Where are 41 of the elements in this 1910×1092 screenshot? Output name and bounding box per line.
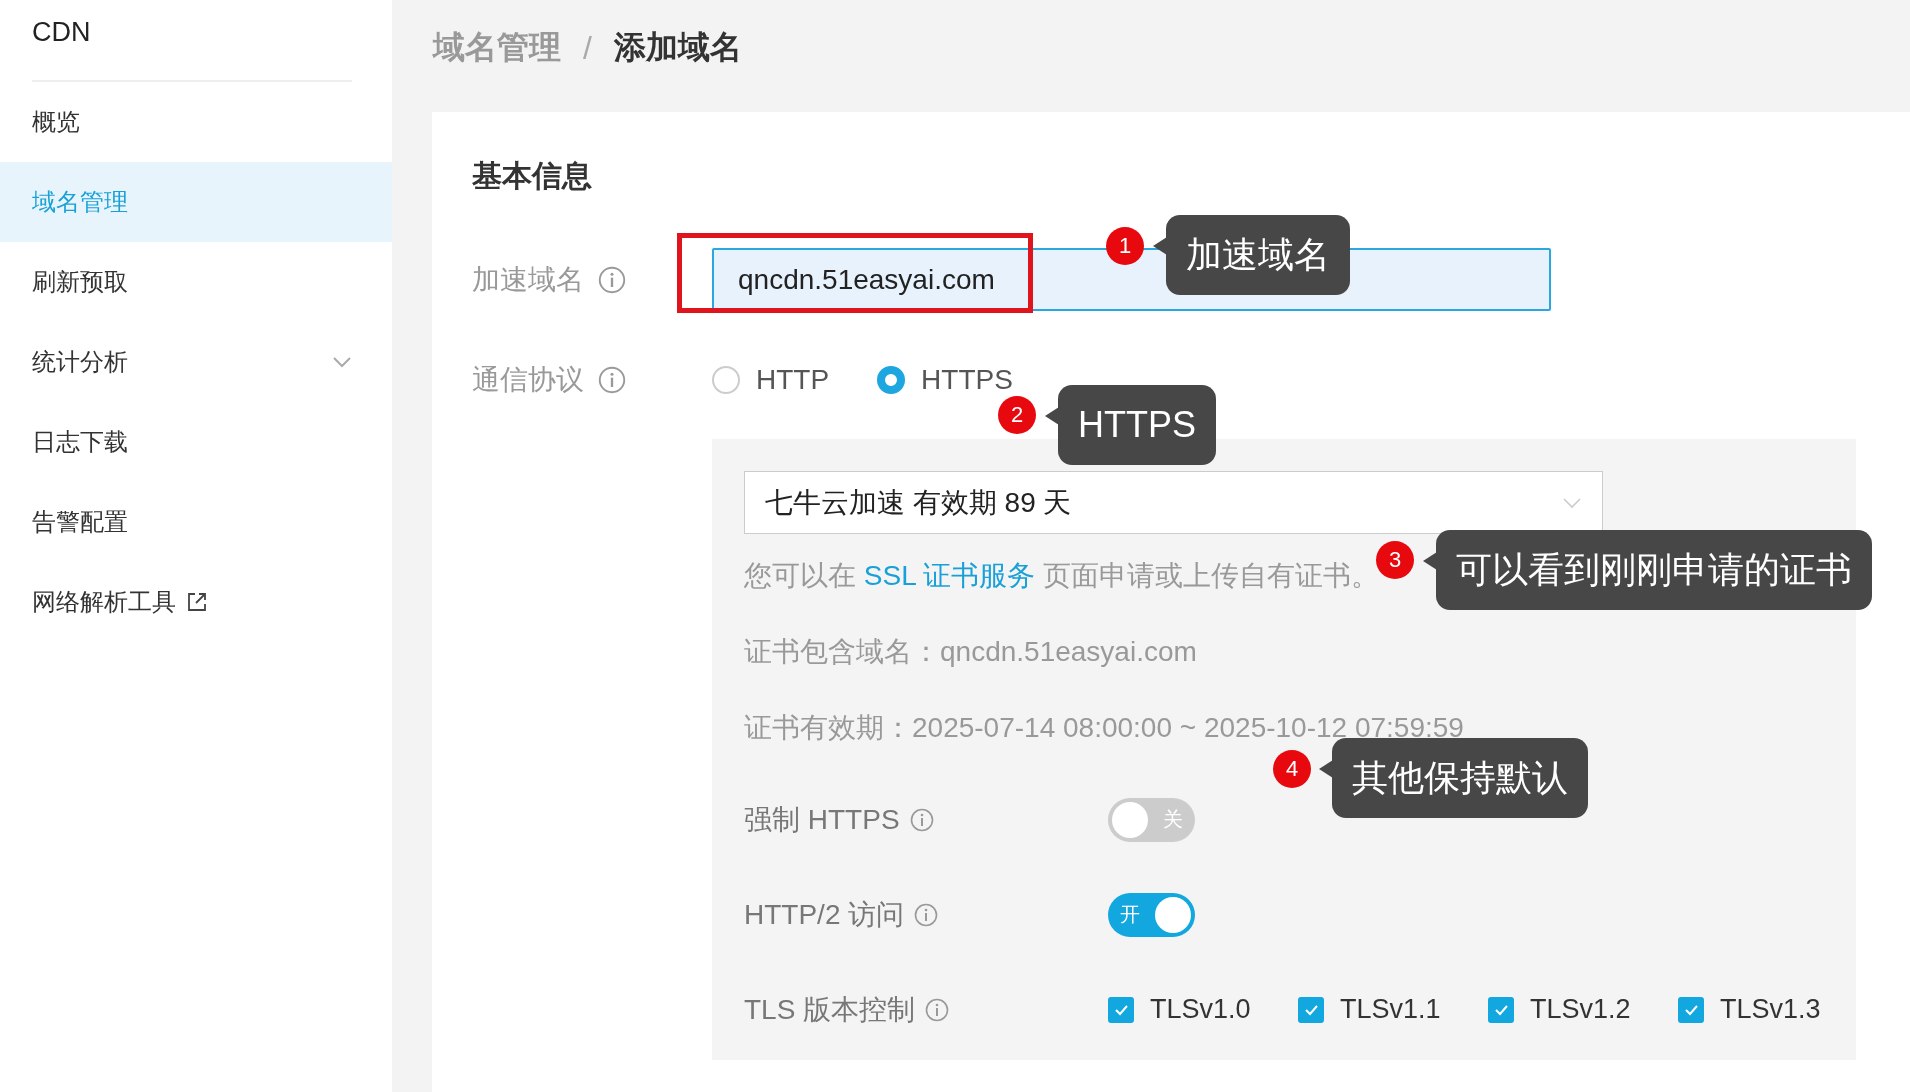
sidebar-item[interactable]: 日志下载 <box>0 402 392 482</box>
sidebar-item[interactable]: 刷新预取 <box>0 242 392 322</box>
external-link-icon <box>186 591 208 613</box>
checkbox-label: TLSv1.0 <box>1150 994 1251 1025</box>
certificate-domains: 证书包含域名：qncdn.51easyai.com <box>744 636 1198 668</box>
callout-tooltip: 加速域名 <box>1166 215 1350 295</box>
field-label: 加速域名 <box>472 262 584 297</box>
checkbox[interactable] <box>1488 996 1514 1023</box>
field-label: 通信协议 <box>472 363 584 397</box>
setting-label: 强制 HTTPS <box>744 802 900 837</box>
app-title: CDN <box>31 16 92 49</box>
setting-label: TLS 版本控制 <box>744 992 916 1027</box>
section-title: 基本信息 <box>472 158 593 194</box>
info-icon[interactable] <box>598 366 626 394</box>
info-icon[interactable] <box>909 807 934 832</box>
info-icon[interactable] <box>925 997 950 1022</box>
checkbox[interactable] <box>1298 996 1324 1023</box>
callout-tooltip: 其他保持默认 <box>1332 738 1588 818</box>
chevron-down-icon <box>1562 496 1582 509</box>
certificate-select[interactable]: 七牛云加速 有效期 89 天 <box>744 471 1603 534</box>
radio-label: HTTP <box>756 364 830 396</box>
breadcrumb-current: 添加域名 <box>613 28 742 67</box>
radio-label: HTTPS <box>921 364 1013 396</box>
checkbox-label: TLSv1.3 <box>1720 994 1821 1025</box>
checkbox[interactable] <box>1108 996 1134 1023</box>
checkbox-label: TLSv1.2 <box>1530 994 1631 1025</box>
callout-tooltip: 可以看到刚刚申请的证书 <box>1436 530 1872 610</box>
callout-tooltip: HTTPS <box>1058 385 1216 465</box>
sidebar-item[interactable]: 统计分析 <box>0 322 392 402</box>
sidebar-item[interactable]: 概览 <box>0 82 392 162</box>
checkbox[interactable] <box>1678 996 1704 1023</box>
info-icon[interactable] <box>914 902 939 927</box>
info-icon[interactable] <box>598 265 626 294</box>
radio-button[interactable] <box>712 366 740 394</box>
checkbox-label: TLSv1.1 <box>1340 994 1441 1025</box>
radio-button[interactable] <box>877 366 906 394</box>
setting-label: HTTP/2 访问 <box>744 897 905 932</box>
breadcrumb-separator: / <box>583 29 592 67</box>
sidebar-item[interactable]: 网络解析工具 <box>0 562 392 642</box>
chevron-down-icon <box>332 356 352 368</box>
sidebar-item[interactable]: 告警配置 <box>0 482 392 562</box>
